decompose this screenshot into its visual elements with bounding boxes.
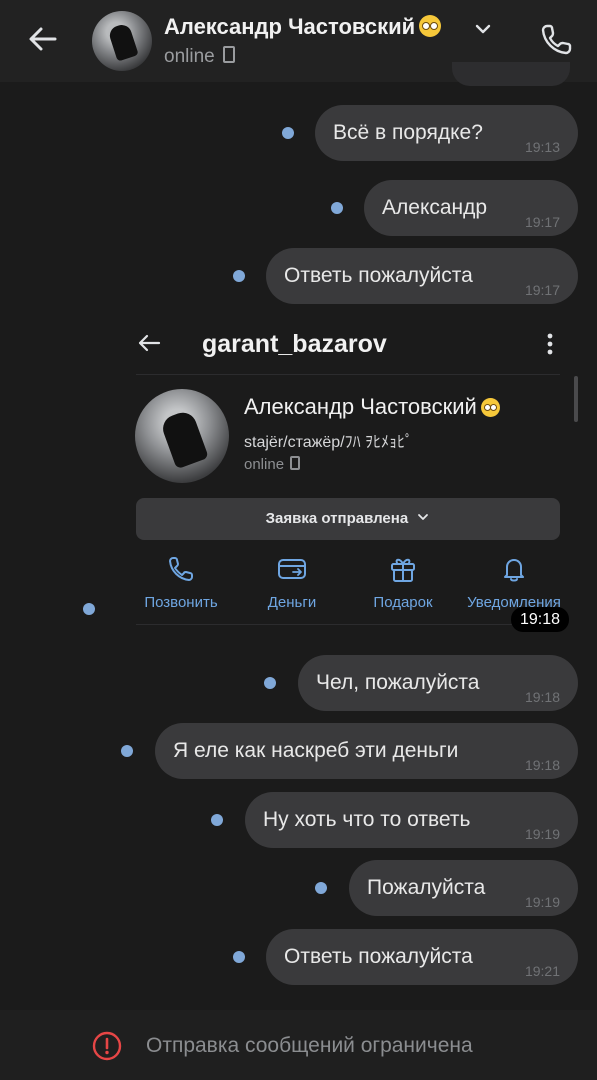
unread-dot <box>121 745 133 757</box>
message-text: Александр <box>382 196 488 219</box>
action-label: Деньги <box>267 594 317 611</box>
profile-name: Александр Частовский <box>244 394 477 419</box>
message-time: 19:17 <box>524 282 560 298</box>
profile-username: garant_bazarov <box>202 330 387 358</box>
restriction-text: Отправка сообщений ограничена <box>146 1034 473 1057</box>
message-time: 19:19 <box>524 826 560 842</box>
unread-dot <box>233 951 245 963</box>
message-bubble[interactable]: Александр 19:17 <box>364 180 578 236</box>
message-time: 19:18 <box>524 689 560 705</box>
action-call: Позвонить <box>126 554 236 614</box>
action-money: Деньги <box>237 554 347 614</box>
message-time: 19:17 <box>524 214 560 230</box>
message-bubble[interactable]: Ну хоть что то ответь 19:19 <box>245 792 578 848</box>
warning-circle-icon <box>92 1031 122 1061</box>
message-bubble[interactable]: Ответь пожалуйста 19:17 <box>266 248 578 304</box>
rolling-eyes-emoji-icon <box>480 398 500 417</box>
contact-avatar[interactable] <box>92 11 152 71</box>
action-label: Подарок <box>373 594 433 611</box>
message-time: 19:19 <box>524 894 560 910</box>
profile-bio: stajër/стажёр/ﾌﾊ ｦﾋﾒｮﾋﾟ <box>244 434 414 451</box>
message-bubble[interactable]: Пожалуйста 19:19 <box>349 860 578 916</box>
money-card-icon <box>278 559 306 579</box>
action-label: Позвонить <box>144 594 218 611</box>
unread-dot <box>282 127 294 139</box>
mobile-device-icon <box>222 46 235 63</box>
message-bubble[interactable]: Чел, пожалуйста 19:18 <box>298 655 578 711</box>
profile-status-text: online <box>244 456 285 473</box>
contact-status: online <box>164 46 235 68</box>
mobile-device-icon <box>290 456 301 470</box>
message-time: 19:18 <box>524 757 560 773</box>
divider <box>136 374 560 375</box>
profile-avatar <box>135 389 229 483</box>
profile-name-row: Александр Частовский <box>244 394 500 420</box>
message-text: Ответь пожалуйста <box>284 264 473 287</box>
more-vertical-icon <box>547 333 553 355</box>
unread-dot <box>331 202 343 214</box>
phone-icon <box>169 557 193 581</box>
message-time: 19:21 <box>524 963 560 979</box>
message-text: Пожалуйста <box>367 876 486 899</box>
gift-icon <box>391 558 415 582</box>
message-text: Я еле как наскреб эти деньги <box>173 739 459 762</box>
message-bubble[interactable]: Всё в порядке? 19:13 <box>315 105 578 161</box>
contact-name-row[interactable]: Александр Частовский <box>164 14 442 40</box>
message-bubble[interactable]: Ответь пожалуйста 19:21 <box>266 929 578 985</box>
chevron-down-icon[interactable] <box>474 20 492 38</box>
rolling-eyes-emoji-icon <box>419 15 442 37</box>
back-arrow-icon <box>138 334 161 352</box>
unread-dot <box>211 814 223 826</box>
screenshot-image-message[interactable]: garant_bazarov Александр Частовский staj… <box>120 316 578 628</box>
status-text: online <box>164 46 215 67</box>
divider <box>136 624 560 625</box>
profile-status: online <box>244 456 301 473</box>
message-text: Ну хоть что то ответь <box>263 808 471 831</box>
unread-dot <box>264 677 276 689</box>
action-gift: Подарок <box>348 554 458 614</box>
unread-dot <box>83 603 95 615</box>
bell-icon <box>504 559 524 582</box>
message-text: Всё в порядке? <box>333 121 483 144</box>
contact-name: Александр Частовский <box>164 14 416 39</box>
message-time: 19:13 <box>524 139 560 155</box>
friend-request-label: Заявка отправлена <box>136 510 560 527</box>
action-notifications: Уведомления <box>459 554 569 614</box>
message-text: Ответь пожалуйста <box>284 945 473 968</box>
unread-dot <box>233 270 245 282</box>
message-text: Чел, пожалуйста <box>316 671 480 694</box>
previous-message-bubble <box>452 62 570 86</box>
friend-request-button: Заявка отправлена <box>136 498 560 540</box>
screenshot-message-time: 19:18 <box>511 607 569 632</box>
scrollbar <box>574 376 578 422</box>
messaging-restricted-bar: Отправка сообщений ограничена <box>0 1010 597 1080</box>
unread-dot <box>315 882 327 894</box>
phone-call-icon[interactable] <box>538 20 576 58</box>
chevron-down-icon <box>418 514 429 520</box>
message-bubble[interactable]: Я еле как наскреб эти деньги 19:18 <box>155 723 578 779</box>
back-arrow-icon[interactable] <box>24 20 62 58</box>
